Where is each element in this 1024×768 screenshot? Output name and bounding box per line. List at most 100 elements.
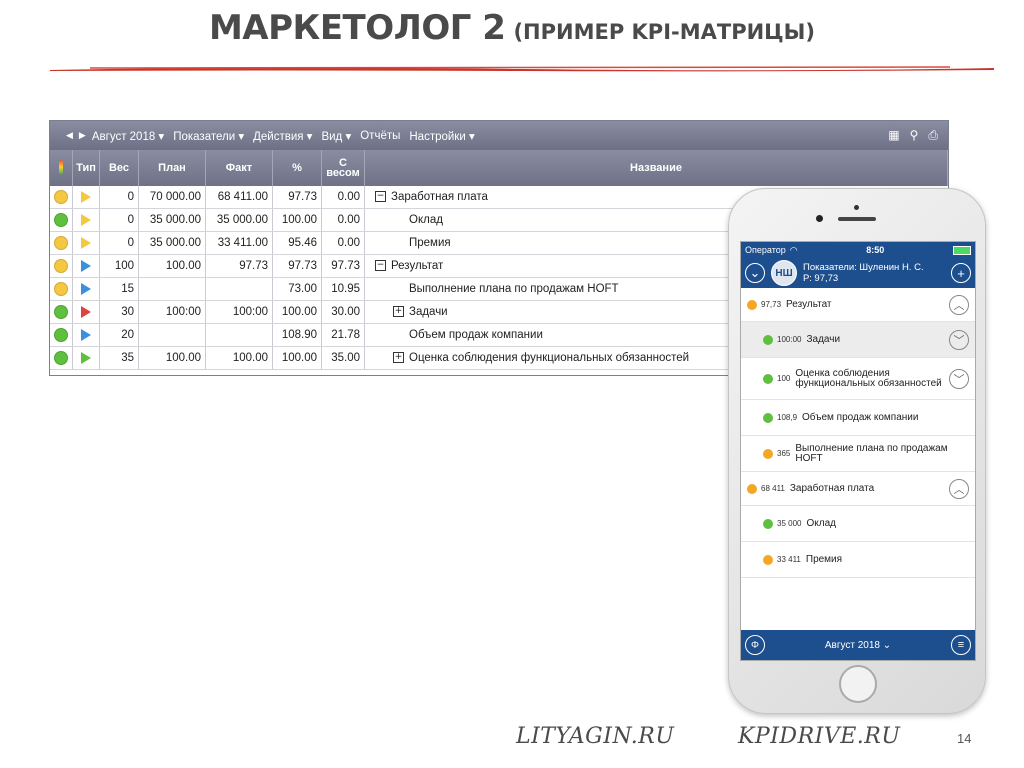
phone-camera xyxy=(854,205,859,210)
plan-cell[interactable]: 100:00 xyxy=(138,300,206,324)
type-flag-icon xyxy=(81,236,91,249)
menu-actions[interactable]: Действия ▾ xyxy=(253,129,312,143)
collapse-all-icon[interactable]: ⌄ xyxy=(745,263,765,283)
plan-cell[interactable]: 100.00 xyxy=(138,346,206,370)
mobile-list-item[interactable]: 35 000 Оклад xyxy=(741,506,975,542)
col-type[interactable]: Тип xyxy=(72,150,100,186)
col-plan[interactable]: План xyxy=(138,150,206,186)
fact-cell[interactable]: 97.73 xyxy=(205,254,273,278)
expand-icon[interactable]: + xyxy=(393,352,404,364)
status-dot-icon xyxy=(54,259,68,273)
mobile-list-item[interactable]: 97,73 Результат ︿ xyxy=(741,288,975,322)
chevron-down-icon[interactable]: ﹀ xyxy=(949,329,969,350)
chevron-up-icon[interactable]: ︿ xyxy=(949,294,969,315)
type-cell xyxy=(72,254,100,278)
footer-period-selector[interactable]: Август 2018 ⌄ xyxy=(825,640,891,651)
header-result: Р: 97,73 xyxy=(803,273,839,284)
fact-cell[interactable] xyxy=(205,323,273,347)
plan-cell[interactable] xyxy=(138,277,206,301)
fact-cell[interactable]: 68 411.00 xyxy=(205,186,273,209)
weight-cell[interactable]: 0 xyxy=(99,231,139,255)
kpi-name: Оценка соблюдения функциональных обязанн… xyxy=(409,352,690,364)
mobile-list-item[interactable]: 100 Оценка соблюдения функциональных обяз… xyxy=(741,358,975,400)
expand-icon[interactable]: + xyxy=(393,306,404,318)
next-period-icon[interactable]: ▶ xyxy=(79,130,86,141)
weighted-cell: 97.73 xyxy=(321,254,365,278)
kpi-label: Результат xyxy=(786,298,832,310)
col-status[interactable] xyxy=(50,150,73,186)
col-percent[interactable]: % xyxy=(272,150,322,186)
fact-cell[interactable] xyxy=(205,277,273,301)
mobile-screen: Оператор ◠ 8:50 ⌄ НШ Показатели: Шуленин… xyxy=(740,241,976,661)
clock-label: 8:50 xyxy=(866,245,885,255)
col-weight[interactable]: Вес xyxy=(99,150,139,186)
print-icon[interactable]: ⎙ xyxy=(928,128,938,143)
weight-cell[interactable]: 30 xyxy=(99,300,139,324)
menu-icon[interactable]: ≡ xyxy=(951,635,971,655)
menu-reports[interactable]: Отчёты xyxy=(360,130,400,142)
weight-cell[interactable]: 20 xyxy=(99,323,139,347)
chevron-down-icon[interactable]: ﹀ xyxy=(949,368,969,389)
weight-cell[interactable]: 35 xyxy=(99,346,139,370)
footer-link-kpidrive[interactable]: KPIDRIVE.RU xyxy=(738,724,900,749)
fact-cell[interactable]: 33 411.00 xyxy=(205,231,273,255)
status-dot-icon xyxy=(54,328,68,342)
collapse-icon[interactable]: − xyxy=(375,260,386,272)
weight-cell[interactable]: 0 xyxy=(99,208,139,232)
search-icon[interactable]: ⚲ xyxy=(910,128,919,143)
weight-cell[interactable]: 100 xyxy=(99,254,139,278)
mobile-app-header: ⌄ НШ Показатели: Шуленин Н. С. Р: 97,73 … xyxy=(741,258,975,288)
wifi-icon: ◠ xyxy=(789,244,798,255)
fact-cell[interactable]: 100:00 xyxy=(205,300,273,324)
add-icon[interactable]: + xyxy=(951,263,971,283)
plan-cell[interactable]: 35 000.00 xyxy=(138,208,206,232)
plan-cell[interactable]: 35 000.00 xyxy=(138,231,206,255)
kpi-label: Выполнение плана по продажам HOFT xyxy=(795,442,948,464)
grid-icon[interactable]: ▦ xyxy=(888,128,899,143)
slide-title-main: МАРКЕТОЛОГ 2 xyxy=(208,8,506,48)
mobile-list-item[interactable]: 365 Выполнение плана по продажам HOFT xyxy=(741,436,975,472)
carrier-label: Оператор xyxy=(745,245,786,255)
home-button[interactable] xyxy=(839,665,877,703)
type-cell xyxy=(72,231,100,255)
filter-icon[interactable]: Φ xyxy=(745,635,765,655)
period-selector[interactable]: Август 2018 ▾ xyxy=(92,129,164,143)
fact-cell[interactable]: 100.00 xyxy=(205,346,273,370)
status-dot-icon xyxy=(54,190,68,204)
plan-cell[interactable]: 70 000.00 xyxy=(138,186,206,209)
menu-indicators[interactable]: Показатели ▾ xyxy=(173,129,244,143)
type-flag-icon xyxy=(81,351,91,364)
status-cell xyxy=(50,231,73,255)
type-flag-icon xyxy=(81,282,91,295)
kpi-name: Объем продаж компании xyxy=(409,329,543,341)
col-name[interactable]: Название xyxy=(364,150,948,186)
footer-link-lityagin[interactable]: LITYAGIN.RU xyxy=(516,724,674,749)
mobile-list-item[interactable]: 108,9 Объем продаж компании xyxy=(741,400,975,436)
menu-view[interactable]: Вид ▾ xyxy=(321,129,351,143)
fact-cell[interactable]: 35 000.00 xyxy=(205,208,273,232)
phone-sensor xyxy=(816,215,823,222)
status-dot-icon xyxy=(763,373,773,384)
weight-cell[interactable]: 15 xyxy=(99,277,139,301)
kpi-name: Задачи xyxy=(409,306,448,318)
type-cell xyxy=(72,300,100,324)
phone-mockup: Оператор ◠ 8:50 ⌄ НШ Показатели: Шуленин… xyxy=(728,188,986,714)
type-flag-icon xyxy=(81,305,91,318)
mobile-list-item[interactable]: 33 411 Премия xyxy=(741,542,975,578)
mobile-list-item[interactable]: 100:00 Задачи ﹀ xyxy=(741,322,975,358)
avatar[interactable]: НШ xyxy=(771,260,797,286)
status-cell xyxy=(50,277,73,301)
collapse-icon[interactable]: − xyxy=(375,191,386,203)
menu-settings[interactable]: Настройки ▾ xyxy=(409,129,474,143)
col-weighted[interactable]: С весом xyxy=(321,150,365,186)
weighted-cell: 0.00 xyxy=(321,208,365,232)
prev-period-icon[interactable]: ◀ xyxy=(66,130,73,141)
chevron-up-icon[interactable]: ︿ xyxy=(949,478,969,499)
weighted-cell: 0.00 xyxy=(321,186,365,209)
page-number: 14 xyxy=(957,731,972,746)
mobile-list-item[interactable]: 68 411 Заработная плата ︿ xyxy=(741,472,975,506)
plan-cell[interactable]: 100.00 xyxy=(138,254,206,278)
weight-cell[interactable]: 0 xyxy=(99,186,139,209)
col-fact[interactable]: Факт xyxy=(205,150,273,186)
plan-cell[interactable] xyxy=(138,323,206,347)
